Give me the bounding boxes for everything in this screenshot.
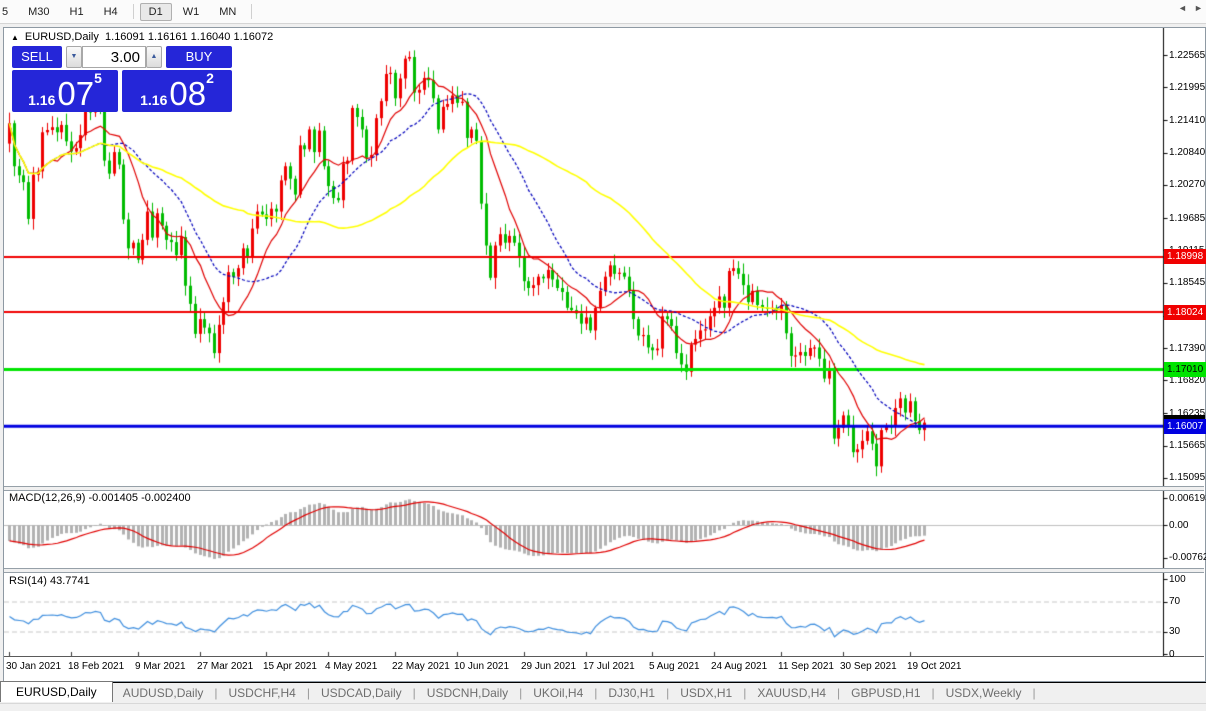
timeframe-button-5[interactable]: 5: [0, 3, 17, 21]
volume-box: [82, 46, 146, 68]
chart-ohlc-values: 1.16091 1.16161 1.16040 1.16072: [105, 31, 273, 43]
timeframe-button-w1[interactable]: W1: [174, 3, 209, 21]
macd-axis-tick: -0.00762: [1169, 551, 1205, 564]
chart-symbol-label: EURUSD,Daily: [25, 31, 99, 43]
chart-tab-eurusd-daily[interactable]: EURUSD,Daily: [0, 681, 113, 702]
toolbar-separator: [133, 4, 134, 19]
timeframe-button-d1[interactable]: D1: [140, 3, 172, 21]
buy-price-prefix: 1.16: [140, 91, 167, 109]
tab-separator: |: [837, 686, 840, 700]
rsi-axis-tick: 0: [1169, 648, 1205, 661]
chart-title: ▲ EURUSD,Daily 1.16091 1.16161 1.16040 1.…: [11, 31, 273, 43]
sell-price-prefix: 1.16: [28, 91, 55, 109]
date-axis-label: 9 Mar 2021: [135, 661, 186, 672]
date-axis-label: 17 Jul 2021: [583, 661, 635, 672]
date-axis-label: 24 Aug 2021: [711, 661, 767, 672]
date-axis-label: 10 Jun 2021: [454, 661, 509, 672]
timeframe-toolbar: 5M30H1H4 D1W1MN: [0, 0, 1206, 24]
toolbar-separator: [251, 4, 252, 19]
rsi-axis-tick: 30: [1169, 625, 1205, 638]
sell-price-big: 07: [57, 79, 94, 109]
timeframe-button-h4[interactable]: H4: [95, 3, 127, 21]
tab-separator: |: [1032, 686, 1035, 700]
hline-price-label: 1.18998: [1164, 249, 1206, 264]
macd-axis-tick: 0.00: [1169, 519, 1205, 532]
tab-scroll-right-button[interactable]: ►: [1194, 3, 1203, 13]
rsi-axis-tick: 70: [1169, 595, 1205, 608]
price-axis-tick: 1.20270: [1169, 178, 1205, 191]
price-axis-tick: 1.20840: [1169, 146, 1205, 159]
sell-button[interactable]: SELL: [12, 46, 62, 68]
price-axis-tick: 1.15665: [1169, 439, 1205, 452]
rsi-axis-tick: 100: [1169, 573, 1205, 586]
rsi-label: RSI(14) 43.7741: [9, 575, 90, 587]
tab-separator: |: [666, 686, 669, 700]
price-axis-tick: 1.15095: [1169, 471, 1205, 484]
price-axis-tick: 1.18545: [1169, 276, 1205, 289]
price-axis-tick: 1.19685: [1169, 212, 1205, 225]
chart-tab-usdcad-daily[interactable]: USDCAD,Daily: [311, 684, 412, 703]
sell-price-display[interactable]: 1.16075: [12, 70, 118, 112]
buy-price-pip: 2: [206, 72, 214, 84]
date-axis-label: 22 May 2021: [392, 661, 450, 672]
chart-tab-gbpusd-h1[interactable]: GBPUSD,H1: [841, 684, 930, 703]
tab-separator: |: [743, 686, 746, 700]
macd-axis-tick: 0.006193: [1169, 492, 1205, 505]
hline-price-label: 1.16007: [1164, 419, 1206, 434]
tab-separator: |: [307, 686, 310, 700]
buy-price-display[interactable]: 1.16082: [122, 70, 232, 112]
volume-decrease-button[interactable]: ▼: [66, 46, 82, 68]
chart-tab-xauusd-h4[interactable]: XAUUSD,H4: [747, 684, 836, 703]
date-axis-label: 5 Aug 2021: [649, 661, 700, 672]
panel-separator[interactable]: [4, 568, 1204, 573]
timeframe-button-m30[interactable]: M30: [19, 3, 58, 21]
price-axis-tick: 1.22565: [1169, 49, 1205, 62]
chart-tab-usdx-weekly[interactable]: USDX,Weekly: [936, 684, 1032, 703]
panel-separator[interactable]: [4, 486, 1204, 491]
chart-tab-usdx-h1[interactable]: USDX,H1: [670, 684, 742, 703]
date-axis-label: 19 Oct 2021: [907, 661, 961, 672]
hline-price-label: 1.18024: [1164, 305, 1206, 320]
date-axis-label: 11 Sep 2021: [778, 661, 834, 672]
chart-tab-usdcnh-daily[interactable]: USDCNH,Daily: [417, 684, 518, 703]
date-axis-label: 27 Mar 2021: [197, 661, 253, 672]
volume-input[interactable]: [83, 47, 145, 67]
timeframe-button-h1[interactable]: H1: [61, 3, 93, 21]
time-axis-line: [4, 656, 1204, 657]
chart-tab-dj30-h1[interactable]: DJ30,H1: [598, 684, 665, 703]
buy-button[interactable]: BUY: [166, 46, 232, 68]
chart-tab-audusd-daily[interactable]: AUDUSD,Daily: [113, 684, 214, 703]
price-axis-tick: 1.21410: [1169, 114, 1205, 127]
tab-scroll-left-button[interactable]: ◄: [1178, 3, 1187, 13]
tab-separator: |: [594, 686, 597, 700]
date-axis-label: 4 May 2021: [325, 661, 377, 672]
sell-price-pip: 5: [94, 72, 102, 84]
date-axis-label: 18 Feb 2021: [68, 661, 124, 672]
date-axis-label: 30 Jan 2021: [6, 661, 61, 672]
tab-separator: |: [413, 686, 416, 700]
price-axis-tick: 1.21995: [1169, 81, 1205, 94]
hline-price-label: 1.17010: [1164, 362, 1206, 377]
macd-label: MACD(12,26,9) -0.001405 -0.002400: [9, 492, 191, 504]
one-click-trading-panel: SELL ▼ ▲ BUY 1.16075 1.16082: [12, 46, 232, 112]
collapse-triangle-icon[interactable]: ▲: [11, 33, 19, 42]
timeframe-button-mn[interactable]: MN: [210, 3, 245, 21]
tab-separator: |: [932, 686, 935, 700]
date-axis-label: 15 Apr 2021: [263, 661, 317, 672]
volume-increase-button[interactable]: ▲: [146, 46, 162, 68]
rsi-indicator-chart[interactable]: [4, 572, 1168, 656]
chart-tab-ukoil-h4[interactable]: UKOil,H4: [523, 684, 593, 703]
chart-tab-usdchf-h4[interactable]: USDCHF,H4: [219, 684, 306, 703]
date-axis-label: 29 Jun 2021: [521, 661, 576, 672]
chart-tab-bar: EURUSD,DailyAUDUSD,Daily|USDCHF,H4|USDCA…: [0, 683, 1206, 703]
price-axis-tick: 1.17390: [1169, 342, 1205, 355]
tab-separator: |: [519, 686, 522, 700]
buy-price-big: 08: [169, 79, 206, 109]
tab-separator: |: [214, 686, 217, 700]
date-axis-label: 30 Sep 2021: [840, 661, 897, 672]
